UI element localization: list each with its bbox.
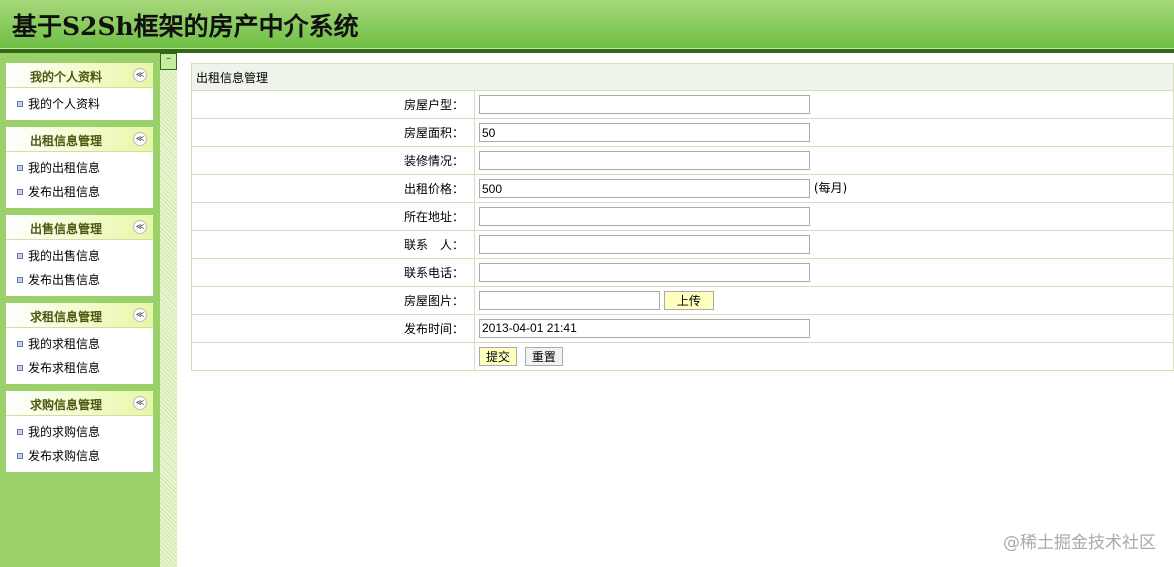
bullet-icon [17,341,23,347]
splitter[interactable] [160,53,177,567]
bullet-icon [17,277,23,283]
collapse-icon[interactable]: ≪ [133,68,147,82]
field-suffix: (每月) [813,181,848,195]
form-row: 装修情况： [191,146,1174,175]
collapse-icon[interactable]: ≪ [133,396,147,410]
form-row: 房屋户型： [191,90,1174,119]
sidebar-panel: 求购信息管理 ≪ 我的求购信息 发布求购信息 [6,391,153,472]
collapse-icon[interactable]: ≪ [133,132,147,146]
sidebar-panel: 我的个人资料 ≪ 我的个人资料 [6,63,153,120]
panel-header[interactable]: 出售信息管理 ≪ [6,215,153,240]
publish-time-field[interactable]: 2013-04-01 21:41 [479,319,810,338]
field-input[interactable] [479,123,810,142]
sidebar-panel: 出租信息管理 ≪ 我的出租信息 发布出租信息 [6,127,153,208]
bullet-icon [17,429,23,435]
submit-button[interactable]: 提交 [479,347,518,366]
sidebar-item[interactable]: 发布出租信息 [6,180,153,204]
panel-title: 求购信息管理 [29,398,102,412]
form-row: 出租价格： (每月) [191,174,1174,203]
field-input[interactable] [479,263,810,282]
form-row: 所在地址： [191,202,1174,231]
panel-header[interactable]: 出租信息管理 ≪ [6,127,153,152]
sidebar-item[interactable]: 我的求购信息 [6,420,153,444]
reset-button[interactable]: 重置 [524,347,563,366]
bullet-icon [17,365,23,371]
bullet-icon [17,453,23,459]
field-label: 装修情况： [191,146,475,175]
field-label: 联系电话： [191,258,475,287]
field-input[interactable] [479,291,660,310]
sidebar-item[interactable]: 我的个人资料 [6,92,153,116]
field-label: 发布时间： [191,314,475,343]
bullet-icon [17,101,23,107]
watermark: @稀土掘金技术社区 [1003,533,1156,553]
panel-title: 求租信息管理 [29,310,102,324]
field-label: 房屋图片： [191,286,475,315]
sidebar-item[interactable]: 发布求购信息 [6,444,153,468]
header: 基于S2Sh框架的房产中介系统 [0,0,1174,48]
panel-header[interactable]: 求购信息管理 ≪ [6,391,153,416]
collapse-icon[interactable]: ≪ [133,220,147,234]
sidebar-item[interactable]: 我的出售信息 [6,244,153,268]
form-row: 联系电话： [191,258,1174,287]
sidebar-panel: 出售信息管理 ≪ 我的出售信息 发布出售信息 [6,215,153,296]
field-label: 房屋户型： [191,90,475,119]
panel-header[interactable]: 求租信息管理 ≪ [6,303,153,328]
field-input[interactable] [479,151,810,170]
panel-title: 出租信息管理 [29,134,102,148]
sidebar-item[interactable]: 我的出租信息 [6,156,153,180]
rental-form-table: 出租信息管理 房屋户型：房屋面积：装修情况：出租价格： (每月)所在地址：联系 … [191,63,1174,371]
field-label: 所在地址： [191,202,475,231]
bullet-icon [17,189,23,195]
sidebar-panel: 求租信息管理 ≪ 我的求租信息 发布求租信息 [6,303,153,384]
app-title: 基于S2Sh框架的房产中介系统 [12,12,359,41]
form-row: 房屋面积： [191,118,1174,147]
field-label: 房屋面积： [191,118,475,147]
panel-header[interactable]: 我的个人资料 ≪ [6,63,153,88]
sidebar-item[interactable]: 我的求租信息 [6,332,153,356]
bullet-icon [17,165,23,171]
field-input[interactable] [479,179,810,198]
panel-title: 出售信息管理 [29,222,102,236]
form-row: 发布时间： 2013-04-01 21:41 [191,314,1174,343]
sidebar-item[interactable]: 发布出售信息 [6,268,153,292]
collapse-icon[interactable]: ≪ [133,308,147,322]
bullet-icon [17,253,23,259]
sidebar-toggle-button[interactable]: – [160,53,177,70]
field-input[interactable] [479,207,810,226]
upload-button[interactable]: 上传 [663,291,714,310]
form-row: 联系 人： [191,230,1174,259]
field-input[interactable] [479,95,810,114]
sidebar-item[interactable]: 发布求租信息 [6,356,153,380]
form-row: 房屋图片： 上传 [191,286,1174,315]
field-label: 联系 人： [191,230,475,259]
panel-title: 我的个人资料 [29,70,102,84]
field-label: 出租价格： [191,174,475,203]
form-title: 出租信息管理 [191,63,1174,91]
field-input[interactable] [479,235,810,254]
